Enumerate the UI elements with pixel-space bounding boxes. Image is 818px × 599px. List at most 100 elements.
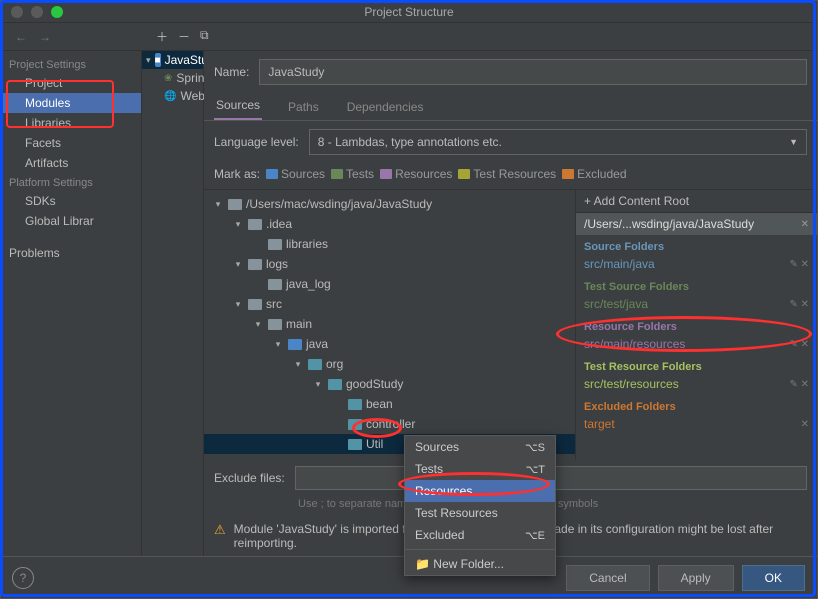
sidebar-item-problems[interactable]: Problems (1, 243, 141, 263)
context-menu-sources[interactable]: Sources⌥S (405, 436, 555, 458)
module-tree-item-web[interactable]: 🌐 Web (142, 87, 203, 105)
web-icon: 🌐 (164, 89, 176, 103)
module-name-input[interactable] (259, 59, 807, 85)
source-folder-icon (288, 339, 302, 350)
content-root-panel: + Add Content Root /Users/...wsding/java… (575, 190, 817, 460)
folder-icon (248, 219, 262, 230)
test-source-folders-header: Test Source Folders (576, 275, 817, 295)
language-level-dropdown[interactable]: 8 - Lambdas, type annotations etc. ▼ (309, 129, 807, 155)
tree-row-idea[interactable]: ▾.idea (204, 214, 575, 234)
package-icon (348, 399, 362, 410)
tab-sources[interactable]: Sources (214, 92, 262, 120)
remove-content-root-icon[interactable]: ✕ (801, 219, 809, 230)
tree-row-logs[interactable]: ▾logs (204, 254, 575, 274)
window-title: Project Structure (364, 5, 453, 19)
tree-label: org (326, 357, 343, 371)
edit-icon[interactable]: ✎ ✕ (789, 259, 809, 270)
resource-folder-item[interactable]: src/main/resources✎ ✕ (576, 335, 817, 355)
test-source-folder-item[interactable]: src/test/java✎ ✕ (576, 295, 817, 315)
window-close-button[interactable] (11, 6, 23, 18)
mark-tests-button[interactable]: Tests (331, 167, 374, 181)
sidebar-item-sdks[interactable]: SDKs (1, 191, 141, 211)
edit-icon[interactable]: ✕ (801, 419, 809, 430)
folder-icon (268, 239, 282, 250)
sidebar-item-libraries[interactable]: Libraries (1, 113, 141, 133)
edit-icon[interactable]: ✎ ✕ (789, 299, 809, 310)
folder-icon (268, 279, 282, 290)
tab-dependencies[interactable]: Dependencies (345, 94, 426, 120)
expand-arrow-icon[interactable]: ▾ (146, 55, 151, 66)
tree-label: goodStudy (346, 377, 403, 391)
cancel-button[interactable]: Cancel (566, 565, 649, 591)
source-tree[interactable]: ▾/Users/mac/wsding/java/JavaStudy ▾.idea… (204, 190, 575, 460)
remove-button[interactable]: － (178, 28, 190, 45)
tree-row-java-log[interactable]: java_log (204, 274, 575, 294)
tree-label: main (286, 317, 312, 331)
tree-label: logs (266, 257, 288, 271)
folder-icon (248, 299, 262, 310)
context-menu-tests[interactable]: Tests⌥T (405, 458, 555, 480)
mark-excluded-button[interactable]: Excluded (562, 167, 626, 181)
tree-row-org[interactable]: ▾org (204, 354, 575, 374)
tabs: Sources Paths Dependencies (204, 93, 817, 121)
left-sidebar: Project Settings Project Modules Librari… (1, 51, 142, 556)
context-menu-resources[interactable]: Resources (405, 480, 555, 502)
source-folder-item[interactable]: src/main/java✎ ✕ (576, 255, 817, 275)
tree-label: libraries (286, 237, 328, 251)
sidebar-item-modules[interactable]: Modules (1, 93, 141, 113)
warning-icon: ⚠ (214, 522, 226, 550)
tree-row-libraries[interactable]: libraries (204, 234, 575, 254)
mark-sources-button[interactable]: Sources (266, 167, 325, 181)
mark-resources-button[interactable]: Resources (380, 167, 452, 181)
context-menu-new-folder[interactable]: 📁 New Folder... (405, 553, 555, 575)
sidebar-item-facets[interactable]: Facets (1, 133, 141, 153)
excluded-folders-header: Excluded Folders (576, 395, 817, 415)
module-label: Web (180, 89, 204, 103)
tree-row-java[interactable]: ▾java (204, 334, 575, 354)
tree-label: java (306, 337, 328, 351)
context-menu: Sources⌥S Tests⌥T Resources Test Resourc… (404, 435, 556, 576)
context-menu-separator (405, 549, 555, 550)
package-icon (348, 419, 362, 430)
tree-label: src (266, 297, 282, 311)
help-button[interactable]: ? (12, 567, 34, 589)
context-menu-excluded[interactable]: Excluded⌥E (405, 524, 555, 546)
ok-button[interactable]: OK (742, 565, 805, 591)
tree-row-src[interactable]: ▾src (204, 294, 575, 314)
resource-folders-header: Resource Folders (576, 315, 817, 335)
folder-icon (268, 319, 282, 330)
add-button[interactable]: ＋ (156, 28, 168, 45)
add-content-root-button[interactable]: + Add Content Root (576, 190, 817, 213)
copy-icon[interactable]: ⧉ (200, 28, 209, 45)
nav-back-icon[interactable]: ← (15, 30, 27, 44)
language-level-value: 8 - Lambdas, type annotations etc. (318, 135, 502, 149)
content-root-path[interactable]: /Users/...wsding/java/JavaStudy ✕ (576, 213, 817, 235)
titlebar: Project Structure (1, 1, 817, 23)
tree-row-main[interactable]: ▾main (204, 314, 575, 334)
edit-icon[interactable]: ✎ ✕ (789, 379, 809, 390)
tree-row-root[interactable]: ▾/Users/mac/wsding/java/JavaStudy (204, 194, 575, 214)
test-resource-folder-item[interactable]: src/test/resources✎ ✕ (576, 375, 817, 395)
window-maximize-button[interactable] (51, 6, 63, 18)
tab-paths[interactable]: Paths (286, 94, 321, 120)
tree-label: .idea (266, 217, 292, 231)
spring-icon: ❀ (164, 71, 172, 85)
name-label: Name: (214, 65, 249, 79)
tree-row-bean[interactable]: bean (204, 394, 575, 414)
test-resource-folders-header: Test Resource Folders (576, 355, 817, 375)
module-tree-item-javastudy[interactable]: ▾ ■ JavaStudy (142, 51, 203, 69)
sidebar-item-project[interactable]: Project (1, 73, 141, 93)
window-minimize-button[interactable] (31, 6, 43, 18)
tree-row-goodstudy[interactable]: ▾goodStudy (204, 374, 575, 394)
sidebar-item-global-libraries[interactable]: Global Librar (1, 211, 141, 231)
edit-icon[interactable]: ✎ ✕ (789, 339, 809, 350)
language-level-label: Language level: (214, 135, 299, 149)
context-menu-test-resources[interactable]: Test Resources (405, 502, 555, 524)
nav-forward-icon[interactable]: → (39, 30, 51, 44)
excluded-folder-item[interactable]: target✕ (576, 415, 817, 435)
mark-test-resources-button[interactable]: Test Resources (458, 167, 556, 181)
sidebar-item-artifacts[interactable]: Artifacts (1, 153, 141, 173)
tree-row-controller[interactable]: controller (204, 414, 575, 434)
module-tree-item-spring[interactable]: ❀ Spring (142, 69, 203, 87)
apply-button[interactable]: Apply (658, 565, 734, 591)
